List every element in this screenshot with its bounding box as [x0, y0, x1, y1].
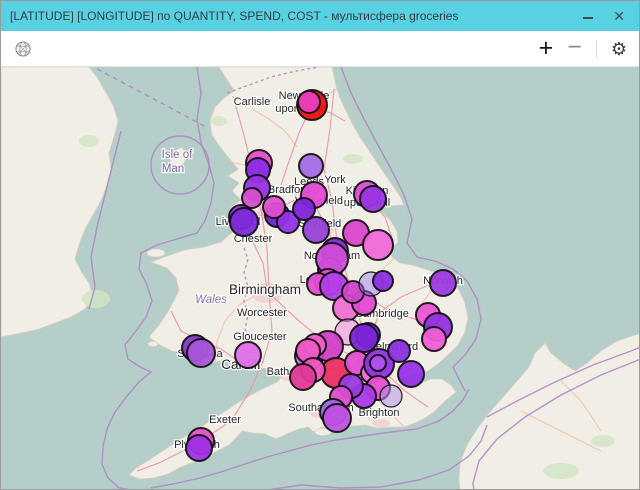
map-city-label: Exeter [209, 414, 241, 426]
island [147, 249, 165, 257]
toolbar: + − ⚙ [1, 31, 639, 67]
map-bubble[interactable] [298, 91, 320, 113]
forest-patch [343, 154, 363, 164]
map-city-label: Bath [267, 366, 290, 378]
forest-patch [591, 435, 615, 447]
map-bubble[interactable] [373, 271, 393, 291]
app-window: [LATITUDE] [LONGITUDE] по QUANTITY, SPEN… [0, 0, 640, 490]
map-bubble[interactable] [323, 404, 351, 432]
close-icon[interactable]: ✕ [613, 9, 625, 23]
map-bubble[interactable] [290, 364, 316, 390]
map-bubble[interactable] [299, 154, 323, 178]
map-bubble[interactable] [263, 196, 285, 218]
forest-patch [211, 116, 227, 126]
map-bubble[interactable] [388, 340, 410, 362]
globe-icon[interactable] [13, 39, 33, 59]
map-bubble[interactable] [430, 270, 456, 296]
toolbar-divider [596, 40, 597, 58]
map-bubble[interactable] [422, 327, 446, 351]
zoom-in-button[interactable]: + [539, 36, 554, 61]
map-bubble[interactable] [360, 186, 386, 212]
map-bubble[interactable] [398, 361, 424, 387]
map-city-label: Isle of [162, 149, 193, 161]
titlebar: [LATITUDE] [LONGITUDE] по QUANTITY, SPEN… [1, 1, 639, 31]
window-title: [LATITUDE] [LONGITUDE] по QUANTITY, SPEN… [10, 9, 583, 23]
zoom-out-button[interactable]: − [567, 35, 582, 60]
forest-patch [79, 135, 99, 147]
map-city-label: Birmingham [229, 282, 301, 297]
map-city-label: Wales [195, 294, 227, 306]
map-bubble[interactable] [187, 339, 215, 367]
map-bubble[interactable] [235, 342, 261, 368]
map-bubble[interactable] [370, 355, 386, 371]
forest-patch [82, 290, 110, 308]
map-bubble[interactable] [350, 324, 378, 352]
map-city-label: York [324, 174, 346, 186]
minimize-icon[interactable] [583, 17, 593, 19]
map-bubble[interactable] [186, 435, 212, 461]
map-city-label: Man [162, 163, 184, 175]
map-bubble[interactable] [303, 217, 329, 243]
map-canvas[interactable]: CarlisleNewcastleupon TyneLeedsBradfordY… [1, 67, 640, 490]
map-bubble[interactable] [380, 385, 402, 407]
forest-patch [543, 463, 579, 479]
urban-area [372, 419, 390, 427]
map-city-label: Gloucester [233, 331, 287, 343]
map-city-label: Worcester [237, 307, 287, 319]
island [148, 342, 158, 347]
settings-gear-icon[interactable]: ⚙ [611, 40, 627, 58]
map-city-label: Carlisle [234, 96, 271, 108]
map-bubble[interactable] [363, 230, 393, 260]
map-bubble[interactable] [230, 208, 258, 236]
